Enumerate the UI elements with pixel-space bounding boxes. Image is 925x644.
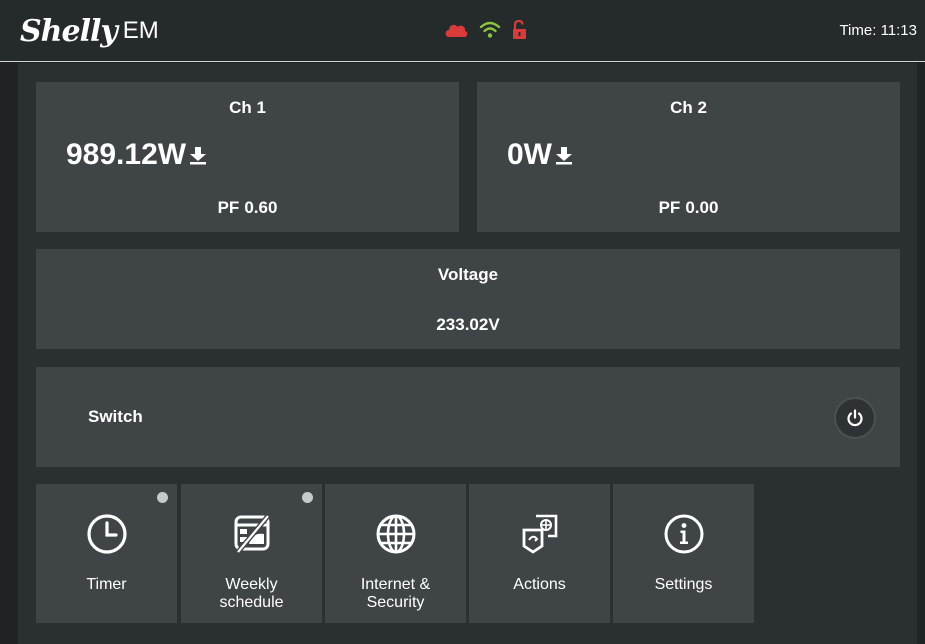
logo-model: EM	[122, 17, 159, 44]
channel-2-card[interactable]: Ch 2 0W PF 0.00	[477, 82, 900, 232]
pf-label: PF	[217, 198, 240, 217]
timer-indicator-dot	[157, 492, 168, 503]
power-icon	[847, 409, 863, 427]
channel-2-power: 0W	[507, 138, 573, 172]
channel-1-pf: PF 0.60	[36, 198, 459, 218]
time-value: 11:13	[880, 22, 917, 39]
weekly-schedule-tile[interactable]: Weekly schedule	[181, 484, 322, 623]
settings-label: Settings	[654, 576, 713, 593]
internet-security-label: Internet & Security	[325, 576, 466, 612]
channel-1-power-value: 989.12W	[66, 138, 187, 171]
actions-tile[interactable]: Actions	[469, 484, 610, 623]
channel-2-power-value: 0W	[507, 138, 552, 171]
time-label: Time:	[839, 22, 877, 39]
shelly-logo: Shelly EM	[20, 12, 159, 52]
internet-security-line2: Security	[366, 594, 425, 611]
timer-label: Timer	[86, 576, 127, 593]
settings-tile[interactable]: Settings	[613, 484, 754, 623]
timer-tile[interactable]: Timer	[36, 484, 177, 623]
weekly-schedule-line1: Weekly	[225, 576, 278, 593]
weekly-schedule-line2: schedule	[219, 594, 284, 611]
wifi-icon	[479, 21, 501, 38]
globe-icon	[376, 514, 415, 554]
calendar-off-icon	[234, 514, 270, 554]
cloud-icon	[445, 24, 468, 37]
top-bar: Shelly EM Time: 11:13	[0, 0, 925, 62]
weekly-schedule-label: Weekly schedule	[181, 576, 322, 612]
switch-label: Switch	[88, 407, 143, 426]
voltage-card: Voltage 233.02V	[36, 249, 900, 349]
switch-card: Switch	[36, 367, 900, 467]
pf-value: 0.00	[685, 198, 719, 217]
unlock-icon	[513, 20, 526, 39]
logo-text: Shelly	[20, 14, 118, 49]
actions-label: Actions	[513, 576, 566, 593]
time-display: Time: 11:13	[839, 22, 917, 39]
status-icons	[443, 20, 529, 40]
voltage-value: 233.02V	[436, 315, 500, 334]
download-arrow-icon	[189, 145, 207, 165]
actions-icon	[522, 514, 557, 554]
voltage-title: Voltage	[437, 265, 499, 284]
channel-2-title: Ch 2	[670, 98, 707, 117]
download-arrow-icon	[555, 145, 573, 165]
power-toggle-button[interactable]	[834, 397, 876, 439]
channel-1-title: Ch 1	[229, 98, 266, 117]
internet-security-line1: Internet &	[360, 576, 431, 593]
schedule-indicator-dot	[302, 492, 313, 503]
internet-security-tile[interactable]: Internet & Security	[325, 484, 466, 623]
channel-2-pf: PF 0.00	[477, 198, 900, 218]
channel-1-power: 989.12W	[66, 138, 207, 172]
pf-value: 0.60	[244, 198, 278, 217]
info-icon	[664, 514, 703, 554]
pf-label: PF	[658, 198, 681, 217]
clock-icon	[86, 514, 127, 554]
channel-1-card[interactable]: Ch 1 989.12W PF 0.60	[36, 82, 459, 232]
